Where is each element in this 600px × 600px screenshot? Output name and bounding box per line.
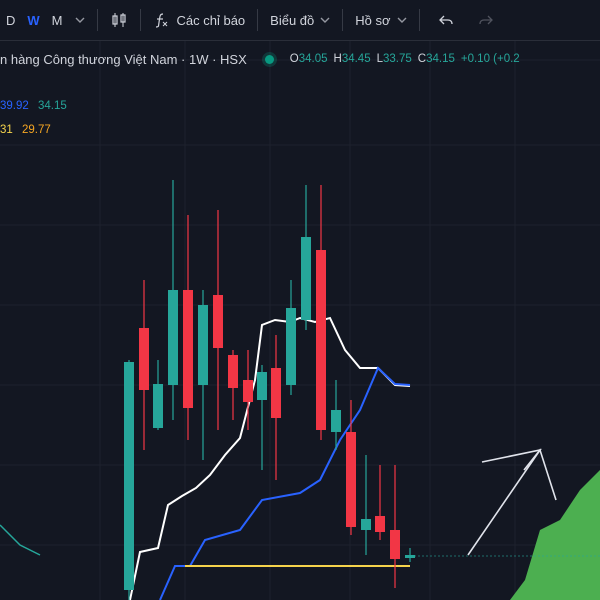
- indicator-value-orange: 29.77: [22, 124, 51, 136]
- candle-body: [153, 384, 163, 428]
- close-label: C: [417, 53, 427, 65]
- toolbar-divider: [139, 9, 141, 31]
- trend-arrow-head: [481, 448, 543, 471]
- ichimoku-cloud: [510, 470, 600, 600]
- change-value: +0.10 (+0.2: [460, 53, 520, 65]
- candle-body: [405, 555, 415, 558]
- interval-w[interactable]: W: [21, 0, 45, 40]
- interval-dropdown[interactable]: [69, 0, 91, 40]
- candle-body: [316, 250, 326, 430]
- candle-body: [243, 380, 253, 402]
- function-icon: [153, 12, 169, 28]
- chart-type-button[interactable]: [104, 0, 134, 40]
- undo-icon: [438, 12, 454, 28]
- candle-body: [228, 355, 238, 388]
- open-label: O: [289, 53, 299, 65]
- open-value: 34.05: [298, 53, 328, 65]
- ohlc-values: O34.05 H34.45 L33.75 C34.15 +0.10 (+0.2: [290, 53, 520, 65]
- candle-body: [213, 295, 223, 348]
- toolbar-divider: [257, 9, 259, 31]
- chart-layout-label: Biểu đồ: [270, 12, 315, 28]
- candle-body: [286, 308, 296, 385]
- candle-body: [183, 290, 193, 408]
- indicator-legend-2[interactable]: 31 29.77: [0, 124, 51, 136]
- close-value: 34.15: [426, 53, 455, 65]
- indicator-value-green: 34.15: [37, 100, 67, 112]
- candlestick-icon: [110, 11, 128, 29]
- indicators-button[interactable]: Các chỉ báo: [147, 0, 252, 40]
- candle-body: [390, 530, 400, 559]
- candle-body: [271, 368, 281, 418]
- candle-body: [375, 516, 385, 532]
- market-status-dot[interactable]: [264, 54, 274, 64]
- symbol-legend: n hàng Công thương Việt Nam · 1W · HSX O…: [0, 46, 520, 72]
- chevron-down-icon: [75, 15, 85, 25]
- toolbar-divider: [418, 9, 420, 31]
- indicator-value-yellow: 31: [0, 124, 13, 136]
- profile-label: Hồ sơ: [355, 12, 391, 28]
- candle-body: [139, 328, 149, 390]
- candle-body: [124, 362, 134, 590]
- cloud-area: [510, 470, 600, 600]
- candle-body: [168, 290, 178, 385]
- indicator-legend-1[interactable]: 39.92 34.15: [0, 100, 67, 112]
- high-label: H: [333, 53, 342, 65]
- price-chart[interactable]: [0, 0, 600, 600]
- indicator-lines: [0, 316, 600, 600]
- redo-button[interactable]: [466, 0, 506, 40]
- toolbar-divider: [342, 9, 344, 31]
- low-value: 33.75: [383, 53, 412, 65]
- interval-m[interactable]: M: [46, 0, 69, 40]
- indicators-label: Các chỉ báo: [176, 12, 246, 28]
- chart-grid: [0, 40, 600, 600]
- high-value: 34.45: [341, 53, 371, 65]
- candle-body: [257, 372, 267, 400]
- redo-icon: [478, 12, 494, 28]
- toolbar-divider: [96, 9, 98, 31]
- indicator-value-blue: 39.92: [0, 100, 29, 112]
- candle-body: [301, 237, 311, 320]
- candle-body: [346, 432, 356, 527]
- chart-layout-button[interactable]: Biểu đồ: [264, 0, 336, 40]
- lagging-line: [0, 524, 41, 556]
- profile-button[interactable]: Hồ sơ: [349, 0, 412, 40]
- chevron-down-icon: [320, 15, 330, 25]
- symbol-title[interactable]: n hàng Công thương Việt Nam · 1W · HSX: [0, 52, 247, 67]
- candle-body: [198, 305, 208, 385]
- top-toolbar: D W M Các chỉ báo Biểu đồ Hồ sơ: [0, 0, 600, 41]
- interval-d[interactable]: D: [0, 0, 21, 40]
- chevron-down-icon: [397, 15, 407, 25]
- undo-button[interactable]: [426, 0, 466, 40]
- candle-body: [361, 519, 371, 530]
- candle-body: [331, 410, 341, 432]
